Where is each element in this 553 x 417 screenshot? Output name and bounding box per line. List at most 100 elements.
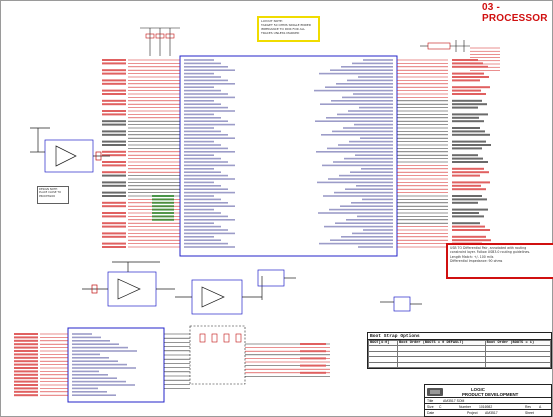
- lower-amplifier-left: [82, 261, 175, 307]
- green-net-stub: [152, 215, 174, 218]
- left-pin-name: [184, 191, 235, 194]
- right-pin-name: [345, 188, 393, 190]
- left-net-label: [102, 191, 126, 194]
- left-pin-name: [184, 168, 214, 170]
- right-pin-name: [349, 140, 393, 143]
- right-net-label: [452, 184, 481, 187]
- left-pin-name: [184, 195, 214, 197]
- left-pin-name: [184, 232, 235, 235]
- pmic-left-net: [14, 384, 38, 386]
- boot-strap-table: Boot Strap Options BOOT[4:0] Boot Order …: [367, 332, 552, 369]
- right-pin-name: [338, 144, 393, 146]
- right-net-labels: [452, 59, 491, 245]
- pmic-left-net: [14, 343, 38, 346]
- left-pin-name: [184, 76, 221, 78]
- pmic-pin-name: [72, 333, 92, 335]
- pmic-left-net: [14, 353, 38, 356]
- right-net-label: [452, 59, 478, 61]
- right-net-label: [452, 198, 487, 201]
- left-net-label: [102, 205, 126, 208]
- right-net-label: [452, 225, 485, 228]
- pmic-pin-name: [72, 394, 116, 396]
- left-net-label: [102, 140, 126, 143]
- left-pin-name: [184, 106, 228, 109]
- right-pin-name: [325, 86, 393, 88]
- right-pin-name: [341, 236, 393, 238]
- left-pin-name: [184, 117, 221, 119]
- green-net-stub: [152, 208, 174, 211]
- right-pin-name: [335, 222, 393, 224]
- right-net-label: [452, 157, 483, 160]
- right-net-label: [452, 174, 480, 177]
- left-pin-name: [184, 86, 214, 88]
- date-label: Date: [427, 411, 435, 415]
- right-net-label: [452, 161, 488, 163]
- right-pin-name: [337, 113, 393, 116]
- right-pin-name: [315, 120, 393, 122]
- pmic-pin-name: [72, 357, 109, 359]
- right-net-label: [452, 201, 478, 204]
- top-right-resistor: [420, 40, 470, 52]
- right-pin-name: [330, 69, 393, 71]
- routing-note: USB TO Differential Pair, annotated with…: [446, 243, 553, 279]
- right-pin-name: [347, 79, 393, 82]
- bottom-mid-net: [300, 364, 326, 367]
- left-net-label: [102, 103, 126, 106]
- left-pin-name: [184, 188, 228, 190]
- bottom-mid-net: [300, 357, 326, 360]
- left-net-label: [102, 133, 126, 136]
- left-pin-name: [184, 113, 214, 116]
- right-net-label: [452, 208, 488, 211]
- left-net-label: [102, 242, 126, 245]
- left-pin-name: [184, 134, 228, 136]
- right-pin-name: [323, 195, 393, 197]
- left-pin-name: [184, 219, 235, 221]
- dashed-region: [189, 325, 246, 385]
- pmic-left-net: [14, 339, 38, 342]
- schematic-sheet: 03 - PROCESSOR LAYOUT NOTE: TARGET 50 OH…: [0, 0, 553, 417]
- right-pin-name: [332, 130, 393, 133]
- left-pin-name: [184, 110, 235, 112]
- green-net-stub: [152, 195, 174, 197]
- right-net-label: [452, 140, 486, 143]
- left-net-label: [102, 184, 126, 187]
- right-pin-name: [351, 202, 393, 204]
- left-pin-name: [184, 229, 228, 231]
- right-pin-name: [360, 137, 393, 139]
- left-pin-name: [184, 161, 228, 163]
- right-net-label: [452, 76, 489, 78]
- left-net-label: [102, 99, 126, 102]
- right-pin-name: [340, 205, 393, 207]
- pmic-pin-name: [72, 350, 137, 352]
- left-net-label: [102, 123, 126, 126]
- boot-cell: [367, 361, 399, 369]
- right-net-label: [452, 99, 482, 102]
- left-pin-name: [184, 123, 235, 126]
- bottom-mid-net: [300, 350, 326, 353]
- left-net-label: [102, 222, 126, 225]
- right-pin-name: [322, 164, 393, 167]
- right-pin-name: [339, 174, 393, 177]
- right-net-label: [452, 133, 490, 136]
- bottom-mid-net: [300, 371, 326, 374]
- left-pin-name: [184, 222, 214, 224]
- pmic-pin-name: [72, 353, 100, 356]
- right-net-label: [452, 147, 482, 150]
- company-logo: [427, 388, 443, 396]
- left-pin-name: [184, 72, 214, 75]
- green-net-stub: [152, 201, 174, 204]
- left-net-label: [102, 201, 126, 204]
- right-pin-name: [330, 239, 393, 241]
- right-pin-name: [361, 168, 393, 170]
- pmic-pin-name: [72, 363, 127, 366]
- right-net-label: [452, 154, 478, 157]
- right-pin-name: [327, 147, 393, 150]
- left-pin-name: [184, 140, 214, 143]
- sheet-title: 03 - PROCESSOR: [482, 2, 548, 24]
- right-pin-name: [319, 72, 393, 75]
- left-pin-name: [184, 66, 228, 68]
- right-pin-name: [362, 198, 393, 201]
- right-pin-name: [359, 106, 393, 109]
- right-net-label: [452, 239, 491, 242]
- left-pin-name: [184, 151, 235, 153]
